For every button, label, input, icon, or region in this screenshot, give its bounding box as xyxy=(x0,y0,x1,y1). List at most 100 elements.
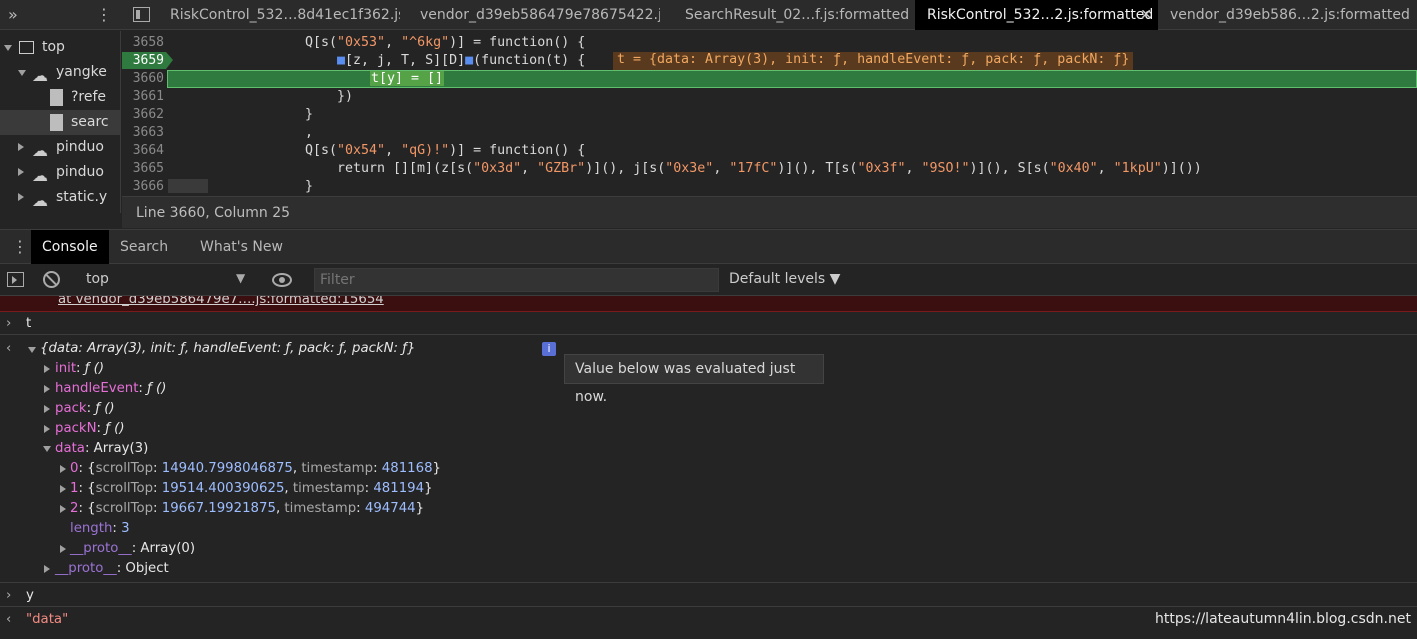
nav-item-top[interactable]: top xyxy=(0,35,120,60)
clear-console-icon[interactable] xyxy=(43,271,60,288)
console-input: t xyxy=(26,316,32,331)
code-line-3661: }) xyxy=(337,89,354,104)
watermark: https://lateautumn4lin.blog.csdn.net xyxy=(1155,611,1411,627)
nav-label: pinduo xyxy=(56,164,104,180)
data-item-1[interactable]: 1: {scrollTop: 19514.400390625, timestam… xyxy=(70,481,433,496)
chevron-down-icon: ▼ xyxy=(236,271,246,285)
code-line-3666: } xyxy=(305,179,314,194)
cursor-position: Line 3660, Column 25 xyxy=(136,205,291,221)
nav-item-static[interactable]: ☁ static.y xyxy=(0,185,120,210)
kebab-menu-icon[interactable]: ⋮ xyxy=(96,5,112,24)
line-number[interactable]: 3661 xyxy=(122,89,168,104)
console-result-string: "data" xyxy=(26,612,69,627)
console-toolbar: top ▼ Default levels ▼ xyxy=(0,264,1417,296)
continue-marker-icon: ■ xyxy=(465,53,474,68)
tab-searchresult[interactable]: SearchResult_02…f.js:formatted xyxy=(675,0,915,30)
info-icon[interactable]: i xyxy=(542,342,556,356)
continue-marker-icon: ■ xyxy=(337,53,346,68)
data-item-2[interactable]: 2: {scrollTop: 19667.19921875, timestamp… xyxy=(70,501,424,516)
line-number[interactable]: 3659 xyxy=(122,53,168,68)
tab-whats-new[interactable]: What's New xyxy=(190,230,300,264)
prop-data[interactable]: data: Array(3) xyxy=(55,441,148,456)
tab-vendor-min[interactable]: vendor_d39eb586479e78675422.js xyxy=(410,0,660,30)
object-summary[interactable]: {data: Array(3), init: ƒ, handleEvent: ƒ… xyxy=(40,341,415,356)
expand-arrow-icon[interactable] xyxy=(44,405,50,413)
show-sidebar-icon[interactable] xyxy=(7,272,24,287)
tab-riskcontrol-min[interactable]: RiskControl_532…8d41ec1f362.js xyxy=(160,0,400,30)
drawer-tab-bar: ⋮ Console Search What's New xyxy=(0,229,1417,264)
line-number[interactable]: 3663 xyxy=(122,125,168,140)
expand-arrow-icon[interactable] xyxy=(60,485,66,493)
tab-riskcontrol-formatted[interactable]: RiskControl_532…2.js:formatted ✕ xyxy=(915,0,1158,30)
input-prompt-icon: › xyxy=(6,588,12,603)
input-prompt-icon: › xyxy=(6,316,12,331)
editor-tab-bar: » ⋮ RiskControl_532…8d41ec1f362.js vendo… xyxy=(0,0,1417,30)
data-proto[interactable]: __proto__: Array(0) xyxy=(70,541,195,556)
line-number[interactable]: 3665 xyxy=(122,161,168,176)
tab-label: RiskControl_532…2.js:formatted xyxy=(927,7,1154,23)
data-item-0[interactable]: 0: {scrollTop: 14940.7998046875, timesta… xyxy=(70,461,441,476)
line-number[interactable]: 3660 xyxy=(122,71,168,86)
line-number[interactable]: 3666 xyxy=(122,179,168,194)
code-editor[interactable]: 3658 3659 3660 3661 3662 3663 3664 3665 … xyxy=(122,31,1417,196)
object-proto[interactable]: __proto__: Object xyxy=(55,561,169,576)
expand-arrow-icon[interactable] xyxy=(43,446,51,452)
prop-init[interactable]: init: ƒ () xyxy=(55,361,104,376)
inline-variable-value: t = {data: Array(3), init: ƒ, handleEven… xyxy=(613,52,1134,70)
log-levels-dropdown[interactable]: Default levels ▼ xyxy=(729,271,840,287)
eye-icon[interactable] xyxy=(272,273,292,287)
chevron-right-icon xyxy=(18,143,24,151)
expand-arrow-icon[interactable] xyxy=(44,565,50,573)
result-prompt-icon: ‹ xyxy=(6,341,12,356)
context-selector[interactable]: top ▼ xyxy=(76,264,254,296)
tab-search[interactable]: Search xyxy=(110,230,185,264)
evaluation-tooltip: Value below was evaluated just now. xyxy=(564,354,824,405)
file-navigator: top ☁ yangke ?refe searc ☁ pinduo ☁ pind… xyxy=(0,31,121,213)
code-line-3658: Q[s("0x53", "^6kg")] = function() { xyxy=(305,35,586,50)
prop-handleEvent[interactable]: handleEvent: ƒ () xyxy=(55,381,166,396)
toggle-sidebar-icon[interactable] xyxy=(133,7,150,22)
nav-item-searc[interactable]: searc xyxy=(0,110,120,135)
drawer-menu-icon[interactable]: ⋮ xyxy=(12,237,28,256)
error-message-row: at vendor_d39eb586479e7….js:formatted:15… xyxy=(0,296,1417,312)
expand-arrow-icon[interactable] xyxy=(44,385,50,393)
expand-arrow-icon[interactable] xyxy=(28,347,36,353)
expand-arrow-icon[interactable] xyxy=(60,465,66,473)
expand-arrow-icon[interactable] xyxy=(60,505,66,513)
error-trace-link[interactable]: at vendor_d39eb586479e7….js:formatted:15… xyxy=(58,296,384,307)
line-number[interactable]: 3658 xyxy=(122,35,168,50)
expand-arrow-icon[interactable] xyxy=(44,365,50,373)
console-output[interactable]: at vendor_d39eb586479e7….js:formatted:15… xyxy=(0,296,1417,639)
nav-label: searc xyxy=(71,114,109,130)
filter-input[interactable] xyxy=(314,268,719,292)
nav-item-pinduo-1[interactable]: ☁ pinduo xyxy=(0,135,120,160)
expand-arrow-icon[interactable] xyxy=(44,425,50,433)
prop-pack[interactable]: pack: ƒ () xyxy=(55,401,115,416)
code-line-3660: t[y] = [] xyxy=(370,71,445,86)
nav-label: ?refe xyxy=(71,89,107,105)
console-input: y xyxy=(26,588,34,603)
code-line-3659: ■[z, j, T, S][D]■(function(t) { xyxy=(337,53,586,68)
close-icon[interactable]: ✕ xyxy=(1140,0,1152,30)
result-prompt-icon: ‹ xyxy=(6,612,12,627)
chevron-down-icon xyxy=(4,45,12,51)
line-number[interactable]: 3664 xyxy=(122,143,168,158)
nav-item-yangke[interactable]: ☁ yangke xyxy=(0,60,120,85)
horizontal-scrollbar[interactable] xyxy=(168,179,208,193)
current-line-highlight xyxy=(167,70,1417,88)
more-tabs-icon[interactable]: » xyxy=(8,5,18,24)
tab-vendor-formatted[interactable]: vendor_d39eb586…2.js:formatted xyxy=(1160,0,1417,30)
tab-console[interactable]: Console xyxy=(31,230,109,264)
nav-item-pinduo-2[interactable]: ☁ pinduo xyxy=(0,160,120,185)
expand-arrow-icon[interactable] xyxy=(60,545,66,553)
line-number[interactable]: 3662 xyxy=(122,107,168,122)
prop-packN[interactable]: packN: ƒ () xyxy=(55,421,125,436)
data-length: length: 3 xyxy=(70,521,130,536)
nav-item-refe[interactable]: ?refe xyxy=(0,85,120,110)
nav-label: pinduo xyxy=(56,139,104,155)
editor-status-bar: Line 3660, Column 25 xyxy=(122,196,1417,228)
file-icon xyxy=(50,114,63,131)
cloud-icon: ☁ xyxy=(32,191,48,210)
chevron-right-icon xyxy=(18,168,24,176)
code-line-3663: , xyxy=(305,125,314,140)
